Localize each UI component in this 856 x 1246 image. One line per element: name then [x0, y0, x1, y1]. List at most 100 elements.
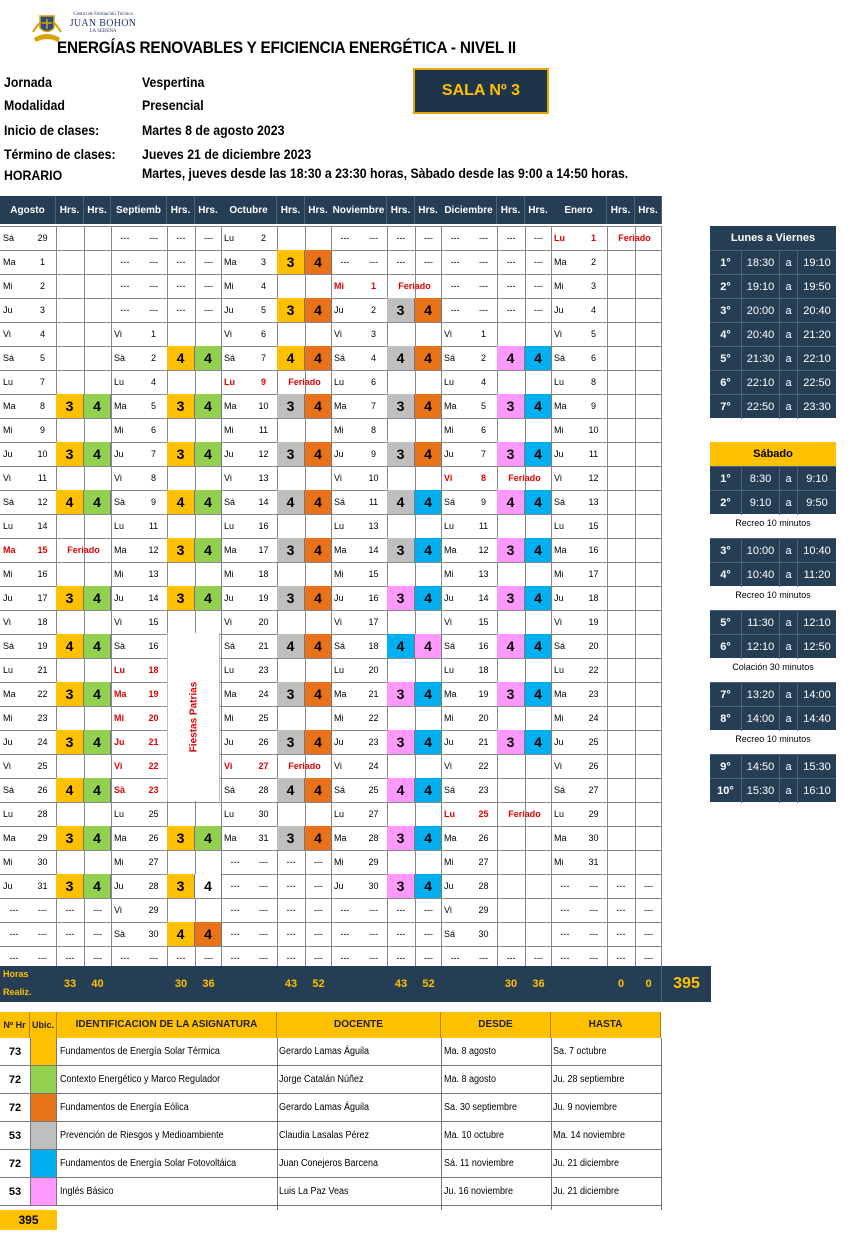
- day-name: ---: [120, 257, 130, 267]
- day-name: Lu: [3, 521, 14, 531]
- empty-hours: ---: [204, 257, 213, 267]
- hrs-header: Hrs.: [415, 196, 442, 224]
- day-name: Sá: [224, 353, 236, 363]
- day-number: 4: [39, 329, 45, 339]
- day-name: Ma: [444, 833, 457, 843]
- class-hours-cell: 4: [415, 394, 442, 418]
- empty-hours: ---: [644, 929, 653, 939]
- holiday-label: Feriado: [618, 233, 651, 243]
- day-name: Sá: [334, 353, 346, 363]
- day-number: 8: [590, 377, 596, 387]
- class-hours-cell: 4: [525, 538, 552, 562]
- class-hours-cell: 3: [497, 586, 525, 610]
- class-hours-cell: 4: [305, 682, 332, 706]
- day-name: Ju: [224, 449, 234, 459]
- class-hours-cell: 4: [195, 490, 222, 514]
- month-total-hours: 30: [174, 978, 188, 990]
- empty-hours: ---: [65, 929, 75, 939]
- class-hours-cell: 3: [277, 394, 305, 418]
- class-hours-cell: 3: [497, 442, 525, 466]
- day-number: 5: [260, 305, 266, 315]
- class-hours-cell: 4: [167, 346, 195, 370]
- day-name: ---: [560, 881, 570, 891]
- day-number: 10: [258, 401, 269, 411]
- day-name: ---: [230, 929, 240, 939]
- day-name: Mi: [114, 569, 124, 579]
- class-hours-cell: 3: [387, 586, 415, 610]
- subject-hours: 53: [8, 1186, 22, 1198]
- day-name: Ma: [3, 689, 16, 699]
- day-number: 15: [148, 617, 159, 627]
- class-hours-cell: 4: [277, 634, 305, 658]
- holiday-label: Feriado: [398, 281, 431, 291]
- day-number: 9: [370, 449, 376, 459]
- class-hours-cell: 4: [305, 298, 332, 322]
- day-number: 23: [478, 785, 489, 795]
- period-separator: a: [780, 347, 798, 371]
- day-name: Ju: [444, 881, 454, 891]
- fiestas-patrias-block: Fiestas Patrias: [167, 633, 220, 801]
- hrs-header: Hrs.: [607, 196, 635, 224]
- day-number: 31: [588, 857, 599, 867]
- day-number: 4: [590, 305, 596, 315]
- day-name: Lu: [334, 377, 345, 387]
- month-header-2: Octubre: [221, 196, 277, 224]
- class-hours-cell: 4: [415, 346, 442, 370]
- subject-color-swatch: [30, 1122, 57, 1149]
- day-name: Ma: [334, 545, 347, 555]
- day-number: ---: [479, 233, 488, 243]
- class-hours-cell: 4: [84, 634, 111, 658]
- day-number: 16: [37, 569, 48, 579]
- day-name: Mi: [3, 857, 13, 867]
- day-name: Lu: [114, 521, 125, 531]
- saturday-period-row: 2° 9:10 a 9:50: [710, 490, 836, 515]
- class-hours-cell: 4: [415, 730, 442, 754]
- holiday-label: Feriado: [508, 473, 541, 483]
- day-name: Ma: [3, 401, 16, 411]
- day-name: Mi: [224, 569, 234, 579]
- day-number: 1: [150, 329, 156, 339]
- subject-end: Ju. 21 diciembre: [553, 1186, 620, 1197]
- period-number: 3°: [710, 299, 742, 323]
- class-hours-cell: 4: [84, 586, 111, 610]
- empty-hours: ---: [424, 257, 433, 267]
- day-name: Ma: [114, 401, 127, 411]
- period-number: 4°: [710, 563, 742, 587]
- day-name: ---: [230, 881, 240, 891]
- empty-hours: ---: [616, 929, 626, 939]
- day-number: 16: [588, 545, 599, 555]
- hrs-header: Hrs.: [635, 196, 662, 224]
- day-name: ---: [560, 929, 570, 939]
- day-name: Vi: [224, 473, 232, 483]
- day-number: 22: [37, 689, 48, 699]
- month-total-hours: 52: [312, 978, 325, 990]
- day-name: Lu: [224, 809, 235, 819]
- period-number: 7°: [710, 395, 742, 419]
- day-number: 15: [368, 569, 379, 579]
- day-name: Ju: [554, 305, 564, 315]
- subject-name: Prevención de Riesgos y Medioambiente: [60, 1130, 224, 1141]
- class-hours-cell: 4: [525, 346, 552, 370]
- subject-row: 72 Contexto Energético y Marco Regulador J…: [0, 1066, 661, 1094]
- period-number: 6°: [710, 635, 742, 659]
- day-number: ---: [479, 257, 488, 267]
- month-total-hours: 43: [284, 978, 298, 990]
- day-name: Lu: [444, 377, 455, 387]
- month-total-hours: 36: [202, 978, 215, 990]
- subject-teacher: Gerardo Lamas Águila: [279, 1102, 370, 1113]
- class-hours-cell: 3: [387, 730, 415, 754]
- day-number: ---: [259, 905, 268, 915]
- period-end: 22:10: [803, 353, 831, 365]
- day-number: 25: [148, 809, 159, 819]
- day-number: ---: [369, 233, 378, 243]
- day-number: 22: [478, 761, 489, 771]
- day-number: 7: [150, 449, 156, 459]
- day-number: 26: [588, 761, 599, 771]
- empty-hours: ---: [644, 905, 653, 915]
- period-separator: a: [780, 707, 798, 731]
- hrs-header: Hrs.: [195, 196, 222, 224]
- day-name: ---: [120, 281, 130, 291]
- period-start: 8:30: [742, 467, 780, 491]
- subject-teacher: Juan Conejeros Barcena: [279, 1158, 379, 1169]
- saturday-period-row: 10° 15:30 a 16:10: [710, 778, 836, 803]
